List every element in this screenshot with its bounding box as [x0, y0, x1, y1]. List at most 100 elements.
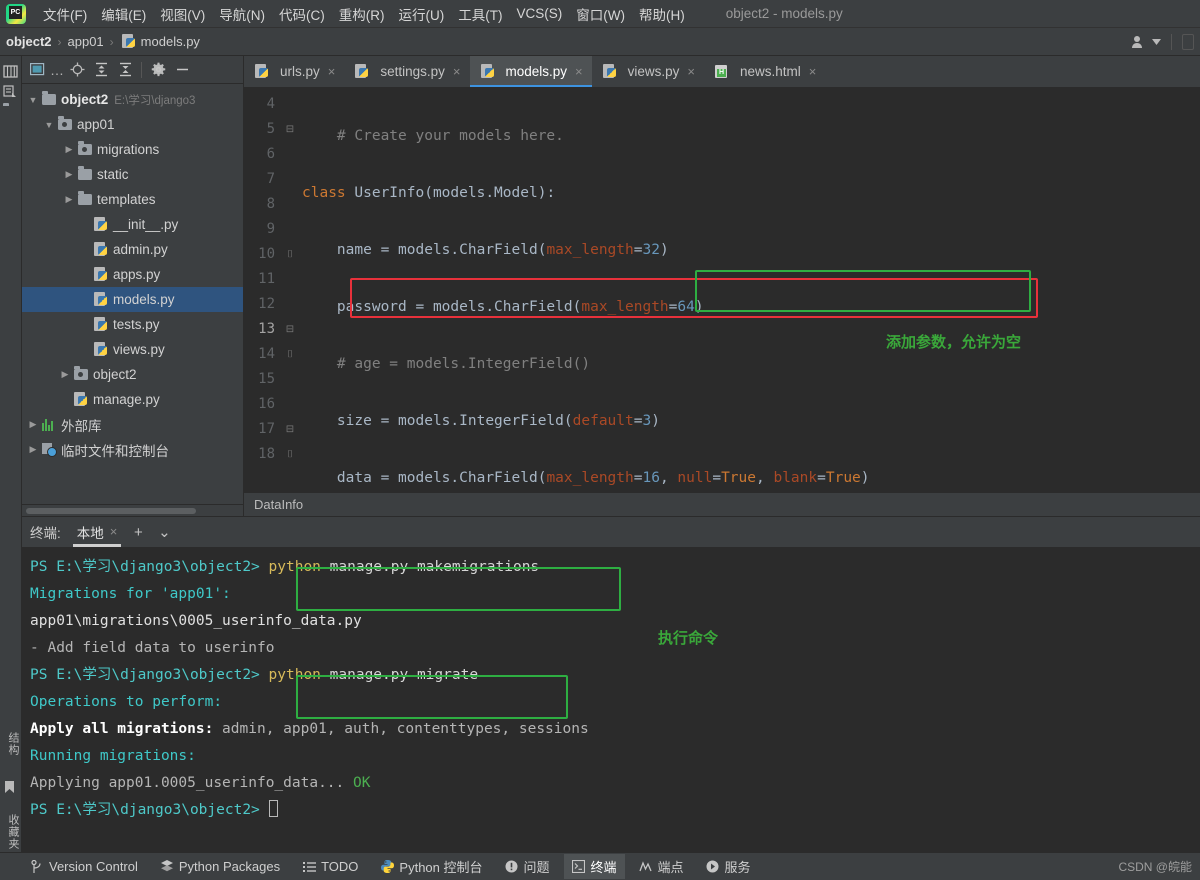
fold-marker-class-userinfo[interactable]: ⊟	[282, 117, 298, 142]
editor-tab-settings-py[interactable]: settings.py ×	[344, 56, 469, 87]
chevron-down-icon[interactable]: ⌄	[153, 521, 175, 543]
tree-item-init-py[interactable]: ▶ __init__.py	[22, 212, 243, 237]
more-options-icon[interactable]: …	[50, 59, 64, 81]
fold-marker-end-datainfo[interactable]: ⌷	[282, 342, 298, 367]
navbar-extra-button[interactable]	[1182, 33, 1194, 50]
chevron-right-icon[interactable]: ▶	[62, 169, 76, 180]
line-number: 11	[258, 271, 275, 287]
breadcrumb-models-py[interactable]: models.py	[141, 34, 200, 49]
status-item-version-control[interactable]: Version Control	[22, 856, 146, 877]
annotation-terminal-comment: 执行命令	[658, 629, 719, 647]
menu-item-window[interactable]: 窗口(W)	[569, 1, 632, 27]
menu-item-vcs[interactable]: VCS(S)	[510, 3, 570, 24]
close-icon[interactable]: ×	[110, 524, 118, 539]
python-file-icon	[353, 64, 371, 79]
folder-icon	[40, 91, 58, 105]
tree-item-scratches[interactable]: ▶ 临时文件和控制台	[22, 437, 243, 462]
menu-item-view[interactable]: 视图(V)	[153, 1, 212, 27]
tree-item-tests-py[interactable]: ▶ tests.py	[22, 312, 243, 337]
fold-marker-class-roaeinfo[interactable]: ⊟	[282, 417, 298, 442]
tree-item-admin-py[interactable]: ▶ admin.py	[22, 237, 243, 262]
project-view-icon[interactable]	[26, 59, 48, 81]
chevron-down-icon[interactable]: ▼	[26, 95, 40, 105]
left-tool-strip: 结构 收藏夹	[0, 56, 22, 880]
tree-item-migrations[interactable]: ▶ migrations	[22, 137, 243, 162]
fold-marker-class-datainfo[interactable]: ⊟	[282, 317, 298, 342]
add-terminal-button[interactable]: +	[127, 521, 149, 543]
status-item-python-packages[interactable]: Python Packages	[152, 856, 288, 877]
close-icon[interactable]: ×	[453, 64, 461, 79]
tree-item-object2-root[interactable]: ▼ object2 E:\学习\django3	[22, 87, 243, 112]
status-item-terminal[interactable]: 终端	[563, 854, 625, 879]
chevron-down-icon[interactable]: ▼	[42, 120, 56, 130]
menu-item-edit[interactable]: 编辑(E)	[94, 1, 153, 27]
tree-item-label: object2	[93, 367, 137, 382]
tree-item-external-libraries[interactable]: ▶ 外部库	[22, 412, 243, 437]
tree-item-object2-pkg[interactable]: ▶ object2	[22, 362, 243, 387]
close-icon[interactable]: ×	[687, 64, 695, 79]
hide-panel-icon[interactable]	[171, 59, 193, 81]
chevron-right-icon[interactable]: ▶	[62, 194, 76, 205]
terminal-tab-local[interactable]: 本地 ×	[71, 518, 124, 547]
terminal-line-9: Applying app01.0005_userinfo_data... OK	[30, 770, 1192, 797]
fold-marker-end-userinfo[interactable]: ⌷	[282, 242, 298, 267]
terminal-output[interactable]: PS E:\学习\django3\object2> python manage.…	[22, 547, 1200, 852]
menu-item-tools[interactable]: 工具(T)	[451, 1, 509, 27]
tree-item-views-py[interactable]: ▶ views.py	[22, 337, 243, 362]
project-horizontal-scrollbar[interactable]	[22, 504, 243, 516]
tree-item-static[interactable]: ▶ static	[22, 162, 243, 187]
expand-all-icon[interactable]	[90, 59, 112, 81]
tree-item-apps-py[interactable]: ▶ apps.py	[22, 262, 243, 287]
breadcrumb-class-name[interactable]: DataInfo	[254, 497, 303, 512]
tree-item-templates[interactable]: ▶ templates	[22, 187, 243, 212]
folder-icon[interactable]	[3, 106, 19, 118]
status-item-python-console[interactable]: Python 控制台	[372, 854, 490, 879]
close-icon[interactable]: ×	[809, 64, 817, 79]
project-icon[interactable]	[3, 64, 18, 79]
settings-gear-icon[interactable]	[147, 59, 169, 81]
line-number: 6	[266, 146, 275, 162]
code-text-area[interactable]: # Create your models here. class UserInf…	[298, 88, 1200, 492]
status-item-problems[interactable]: 问题	[497, 854, 558, 879]
close-icon[interactable]: ×	[328, 64, 336, 79]
chevron-right-icon[interactable]: ▶	[26, 419, 40, 430]
status-item-label: Python 控制台	[399, 860, 483, 875]
fold-marker-end-roaeinfo[interactable]: ⌷	[282, 442, 298, 467]
editor-tab-news-html[interactable]: news.html ×	[704, 56, 825, 87]
close-icon[interactable]: ×	[575, 64, 583, 79]
status-item-services[interactable]: 服务	[698, 854, 759, 879]
breadcrumb-project[interactable]: object2	[6, 34, 52, 49]
chevron-right-icon[interactable]: ▶	[58, 369, 72, 380]
editor-tab-views-py[interactable]: views.py ×	[592, 56, 704, 87]
chevron-right-icon[interactable]: ▶	[26, 444, 40, 455]
python-file-icon	[92, 292, 110, 307]
terminal-command-keyword: python	[268, 559, 321, 575]
tree-item-models-py[interactable]: ▶ models.py	[22, 287, 243, 312]
status-item-endpoints[interactable]: 端点	[631, 854, 692, 879]
editor-tab-urls-py[interactable]: urls.py ×	[244, 56, 344, 87]
tree-item-app01[interactable]: ▼ app01	[22, 112, 243, 137]
locate-target-icon[interactable]	[66, 59, 88, 81]
menu-item-refactor[interactable]: 重构(R)	[332, 1, 392, 27]
status-item-todo[interactable]: TODO	[294, 856, 366, 877]
sidebar-tab-structure[interactable]: 结构	[1, 716, 21, 772]
chevron-right-icon[interactable]: ▶	[62, 144, 76, 155]
code-line-5: class UserInfo(models.Model):	[302, 185, 556, 201]
account-icon[interactable]	[1132, 35, 1161, 49]
editor-tab-models-py[interactable]: models.py ×	[469, 56, 592, 87]
menu-item-file[interactable]: 文件(F)	[36, 1, 94, 27]
menu-item-code[interactable]: 代码(C)	[272, 1, 332, 27]
editor-vertical-scrollbar[interactable]	[1190, 88, 1200, 492]
tree-item-label: templates	[97, 192, 156, 207]
commit-icon[interactable]	[3, 84, 18, 99]
breadcrumb-app01[interactable]: app01	[68, 34, 104, 49]
tree-item-manage-py[interactable]: ▶ manage.py	[22, 387, 243, 412]
collapse-all-icon[interactable]	[114, 59, 136, 81]
code-editor[interactable]: 4 5 6 7 8 9 10 11 12 13 14 15 16 17 18 ⊟	[244, 88, 1200, 492]
code-folding-gutter[interactable]: ⊟ ⌷ ⊟ ⌷ ⊟ ⌷	[282, 88, 298, 492]
menu-item-help[interactable]: 帮助(H)	[632, 1, 692, 27]
menu-item-navigate[interactable]: 导航(N)	[212, 1, 272, 27]
pycharm-logo-icon	[6, 3, 26, 24]
menu-item-run[interactable]: 运行(U)	[392, 1, 452, 27]
